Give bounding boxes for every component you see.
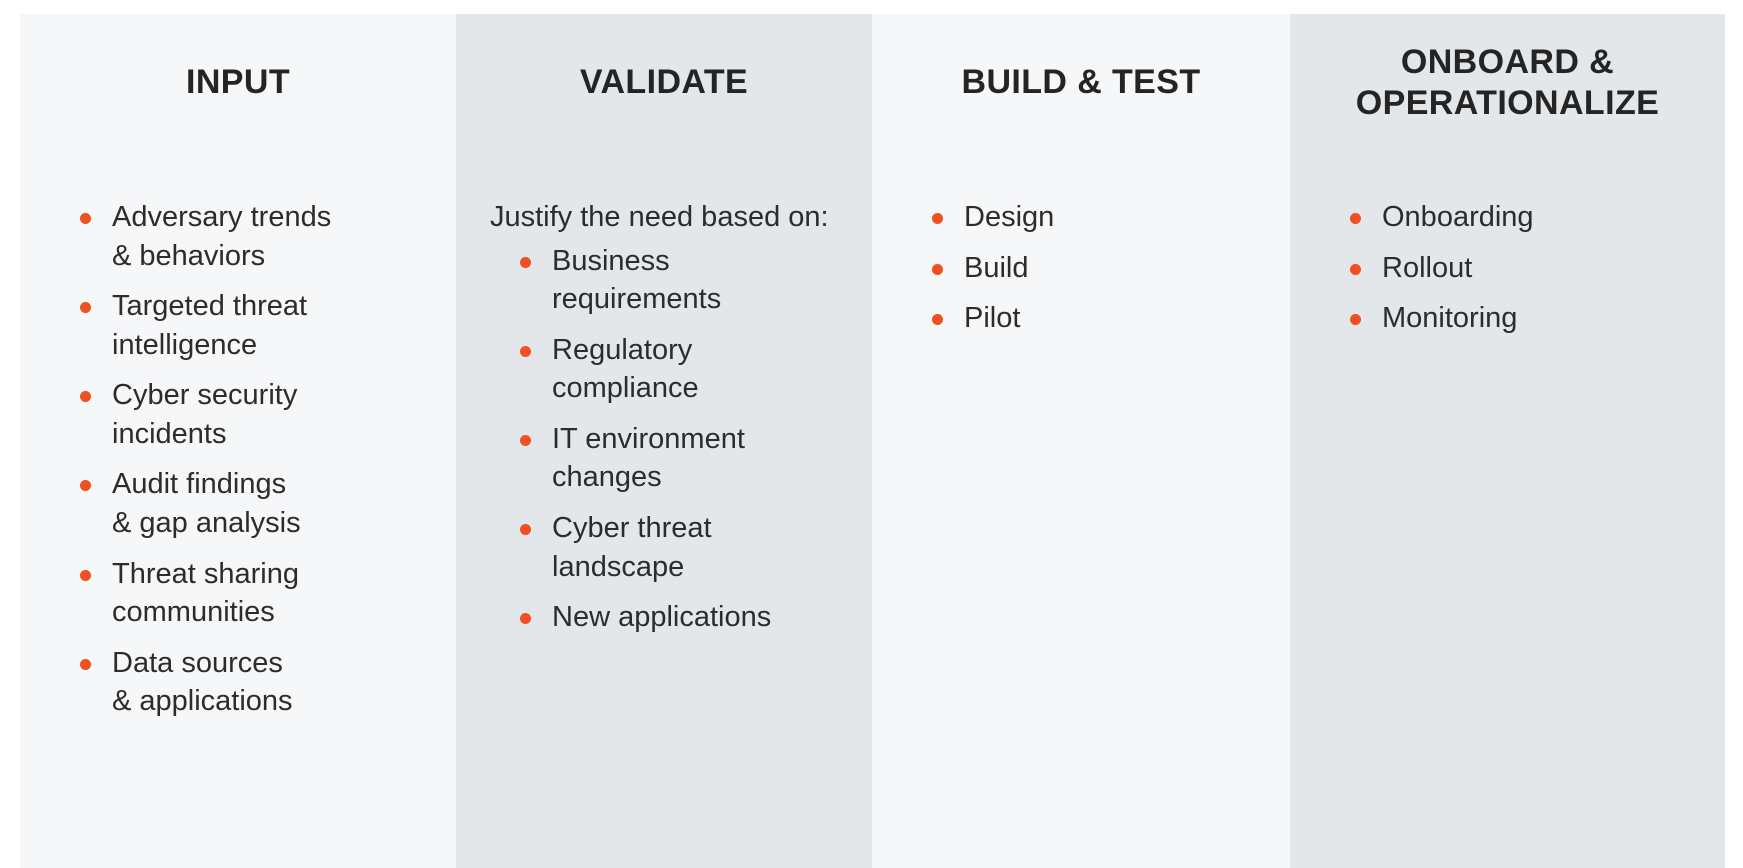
bullet-dot-icon xyxy=(80,302,91,313)
bullet-dot-icon xyxy=(80,213,91,224)
list-item: Monitoring xyxy=(1348,299,1713,338)
bullet-list-validate: Business requirements Regulatory complia… xyxy=(490,242,860,637)
bullet-list-build-test: Design Build Pilot xyxy=(930,198,1278,338)
list-item: Onboarding xyxy=(1348,198,1713,237)
list-item-label: IT environment changes xyxy=(552,420,860,497)
list-item-label: Design xyxy=(964,198,1278,237)
list-item: Adversary trends & behaviors xyxy=(78,198,438,275)
list-item-label: Pilot xyxy=(964,299,1278,338)
column-title-line: OPERATIONALIZE xyxy=(1356,83,1659,123)
bullet-dot-icon xyxy=(932,264,943,275)
list-item: Design xyxy=(930,198,1278,237)
list-item-label: Business requirements xyxy=(552,242,860,319)
list-item: Audit findings & gap analysis xyxy=(78,465,438,542)
list-item: Rollout xyxy=(1348,249,1713,288)
column-header-build-test: BUILD & TEST xyxy=(872,14,1290,151)
list-item-label: Targeted threat intelligence xyxy=(112,287,438,364)
column-title-line: BUILD & TEST xyxy=(961,62,1200,102)
bullet-dot-icon xyxy=(1350,264,1361,275)
list-item-label: Regulatory compliance xyxy=(552,331,860,408)
bullet-dot-icon xyxy=(520,257,531,268)
list-item: Regulatory compliance xyxy=(518,331,860,408)
column-title-line: VALIDATE xyxy=(580,62,748,102)
list-item-label: New applications xyxy=(552,598,860,637)
list-item-label: Audit findings & gap analysis xyxy=(112,465,438,542)
list-item-label: Data sources & applications xyxy=(112,644,438,721)
validate-intro-text: Justify the need based on: xyxy=(490,198,860,237)
bullet-dot-icon xyxy=(520,435,531,446)
list-item: Cyber security incidents xyxy=(78,376,438,453)
list-item-label: Monitoring xyxy=(1382,299,1713,338)
column-body-onboard-operationalize: Onboarding Rollout Monitoring xyxy=(1290,164,1725,868)
column-title-line: ONBOARD & xyxy=(1356,42,1659,82)
process-stages-diagram: INPUT VALIDATE BUILD & TEST ONBOARD & OP… xyxy=(0,0,1743,868)
bullet-dot-icon xyxy=(520,524,531,535)
list-item-label: Threat sharing communities xyxy=(112,555,438,632)
list-item: New applications xyxy=(518,598,860,637)
gradient-divider-bar xyxy=(20,151,1725,164)
list-item: Data sources & applications xyxy=(78,644,438,721)
list-item: Cyber threat landscape xyxy=(518,509,860,586)
list-item-label: Adversary trends & behaviors xyxy=(112,198,438,275)
list-item: Pilot xyxy=(930,299,1278,338)
bullet-dot-icon xyxy=(520,346,531,357)
bullet-dot-icon xyxy=(80,480,91,491)
bullet-dot-icon xyxy=(80,391,91,402)
list-item: Threat sharing communities xyxy=(78,555,438,632)
column-header-input: INPUT xyxy=(20,14,456,151)
bullet-list-onboard-operationalize: Onboarding Rollout Monitoring xyxy=(1348,198,1713,338)
list-item-label: Onboarding xyxy=(1382,198,1713,237)
bullet-dot-icon xyxy=(932,314,943,325)
list-item-label: Cyber threat landscape xyxy=(552,509,860,586)
list-item: Build xyxy=(930,249,1278,288)
bullet-dot-icon xyxy=(932,213,943,224)
column-header-onboard-operationalize: ONBOARD & OPERATIONALIZE xyxy=(1290,14,1725,151)
bullet-dot-icon xyxy=(80,570,91,581)
bullet-dot-icon xyxy=(80,659,91,670)
list-item-label: Cyber security incidents xyxy=(112,376,438,453)
bullet-list-input: Adversary trends & behaviors Targeted th… xyxy=(78,198,438,721)
bullet-dot-icon xyxy=(520,613,531,624)
list-item-label: Build xyxy=(964,249,1278,288)
column-header-validate: VALIDATE xyxy=(456,14,872,151)
column-body-validate: Justify the need based on: Business requ… xyxy=(456,164,872,868)
list-item-label: Rollout xyxy=(1382,249,1713,288)
bullet-dot-icon xyxy=(1350,314,1361,325)
list-item: Targeted threat intelligence xyxy=(78,287,438,364)
list-item: IT environment changes xyxy=(518,420,860,497)
column-body-input: Adversary trends & behaviors Targeted th… xyxy=(20,164,456,868)
column-body-build-test: Design Build Pilot xyxy=(872,164,1290,868)
list-item: Business requirements xyxy=(518,242,860,319)
column-title-line: INPUT xyxy=(186,62,290,102)
bullet-dot-icon xyxy=(1350,213,1361,224)
